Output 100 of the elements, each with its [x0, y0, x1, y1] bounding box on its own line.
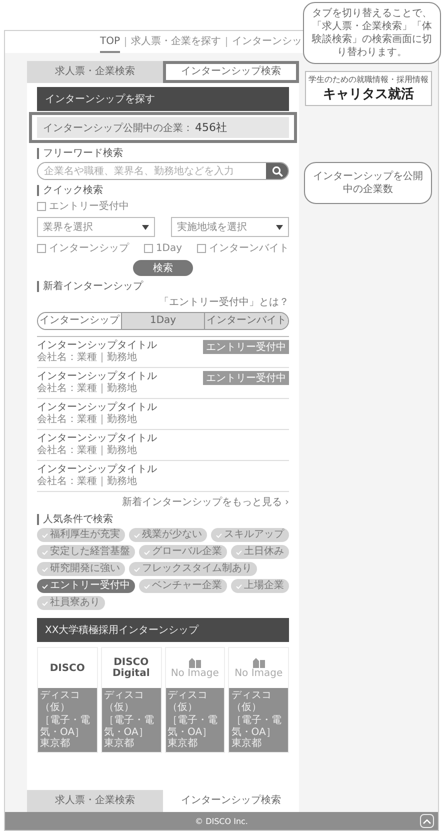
item-meta: 会社名：業種｜勤務地: [37, 476, 138, 488]
copyright-text: © DISCO Inc.: [195, 816, 248, 826]
section-heading: 新着インターンシップ: [37, 281, 289, 292]
no-image-placeholder: No Image: [234, 657, 283, 679]
search-field[interactable]: 企業名や職種、業界名、勤務地などを入力: [37, 162, 289, 180]
search-icon: [272, 166, 282, 176]
section-heading: 人気条件で検索: [37, 514, 289, 525]
nav-link[interactable]: TOP: [100, 32, 120, 52]
item-meta: 会社名：業種｜勤務地: [37, 414, 138, 426]
company-card[interactable]: No Image ディスコ（仮） ［電子・電気・OA］ 東京都: [164, 647, 226, 752]
back-to-top-button[interactable]: [420, 814, 434, 828]
condition-tag[interactable]: エントリー受付中: [37, 579, 135, 593]
check-icon: [134, 532, 140, 538]
select-dropdown[interactable]: 業界を選択: [37, 217, 155, 237]
search-tab[interactable]: インターンシップ: [38, 313, 121, 329]
company-name: ディスコ（仮）: [40, 690, 81, 713]
buildings-icon: [188, 657, 202, 668]
check-icon: [42, 584, 48, 588]
check-icon: [144, 550, 150, 554]
condition-tag[interactable]: ベンチャー企業: [139, 579, 227, 593]
condition-tag[interactable]: グローバル企業: [139, 545, 227, 559]
check-icon: [42, 532, 48, 538]
checkbox[interactable]: インターンシップ: [37, 241, 129, 255]
condition-tag[interactable]: スキルアップ: [211, 528, 289, 542]
condition-tag[interactable]: 土日休み: [231, 545, 289, 559]
status-badge: エントリー受付中: [203, 340, 289, 354]
checkbox[interactable]: 1Day: [144, 241, 182, 255]
company-logo: DISCO Digital: [112, 657, 150, 679]
section-header: インターンシップを探す: [37, 87, 289, 111]
item-title: インターンシップタイトル: [37, 433, 157, 444]
search-submit-button[interactable]: 検索: [133, 260, 193, 276]
status-badge: エントリー受付中: [203, 371, 289, 385]
item-meta: 会社名：業種｜勤務地: [37, 352, 138, 364]
check-icon: [42, 550, 48, 554]
logo-tagline: 学生のための就職情報・採用情報: [308, 74, 428, 85]
item-title: インターンシップタイトル: [37, 371, 157, 382]
check-icon: [134, 566, 140, 572]
company-location: 東京都: [104, 738, 135, 750]
internship-item[interactable]: インターンシップタイトル 会社名：業種｜勤務地 エントリー受付中: [37, 368, 289, 399]
search-tab[interactable]: 1Day: [120, 313, 204, 329]
check-icon: [236, 550, 242, 554]
check-icon: [42, 600, 48, 606]
company-location: 東京都: [40, 738, 71, 750]
check-icon: [42, 566, 48, 572]
check-icon: [144, 584, 150, 588]
logo-banner[interactable]: 学生のための就職情報・採用情報 キャリタス就活: [305, 71, 432, 106]
checkbox[interactable]: インターンバイト: [196, 241, 289, 255]
company-industry: ［電子・電気・OA］: [168, 715, 218, 738]
company-location: 東京都: [231, 738, 262, 750]
company-name: ディスコ（仮）: [104, 690, 145, 713]
buildings-icon: [252, 657, 266, 668]
caret-icon: [276, 224, 283, 230]
condition-tag[interactable]: 上場企業: [231, 579, 289, 593]
company-card[interactable]: No Image ディスコ（仮） ［電子・電気・OA］ 東京都: [228, 647, 289, 752]
search-tab[interactable]: インターンバイト: [204, 313, 288, 329]
caret-icon: [142, 224, 149, 230]
count-label: インターンシップ公開中の企業：: [43, 122, 193, 135]
internship-item[interactable]: インターンシップタイトル 会社名：業種｜勤務地: [37, 399, 289, 430]
company-name: ディスコ（仮）: [231, 690, 272, 713]
company-industry: ［電子・電気・OA］: [231, 715, 282, 738]
company-card[interactable]: DISCO Digital ディスコ（仮） ［電子・電気・OA］ 東京都: [100, 647, 162, 752]
condition-tag[interactable]: 研究開発に強い: [37, 562, 125, 576]
company-industry: ［電子・電気・OA］: [40, 715, 91, 738]
chevron-up-icon: [423, 818, 431, 824]
company-industry: ［電子・電気・OA］: [104, 715, 155, 738]
callout-bubble: インターンシップを公開中の企業数: [304, 162, 432, 204]
condition-tag[interactable]: 社員寮あり: [37, 596, 105, 610]
company-logo: DISCO: [50, 662, 85, 674]
callout-bubble: タブを切り替えることで、「求人票・企業検索」「体験談検索」の検索画面に切り替わります。: [303, 2, 441, 64]
check-icon: [216, 532, 222, 538]
company-card[interactable]: DISCO ディスコ（仮） ［電子・電気・OA］ 東京都: [37, 647, 98, 752]
condition-tag[interactable]: 安定した経営基盤: [37, 545, 135, 559]
internship-item[interactable]: インターンシップタイトル 会社名：業種｜勤務地: [37, 461, 289, 492]
logo-text: キャリタス就活: [323, 86, 414, 103]
internship-item[interactable]: インターンシップタイトル 会社名：業種｜勤務地 エントリー受付中: [37, 337, 289, 368]
item-title: インターンシップタイトル: [37, 340, 157, 352]
select-dropdown[interactable]: 実施地域を選択: [171, 217, 289, 237]
count-value: 456社: [195, 120, 227, 135]
nav-link[interactable]: インターンシッ: [232, 30, 302, 54]
nav-link[interactable]: 求人票・企業を探す: [131, 30, 222, 54]
company-name: ディスコ（仮）: [168, 690, 208, 713]
item-title: インターンシップタイトル: [37, 402, 157, 414]
section-heading: クイック検索: [37, 185, 289, 196]
search-tab[interactable]: 求人票・企業検索: [27, 790, 163, 812]
internship-item[interactable]: インターンシップタイトル 会社名：業種｜勤務地: [37, 430, 289, 461]
item-meta: 会社名：業種｜勤務地: [37, 445, 138, 457]
search-button[interactable]: [266, 163, 288, 179]
item-meta: 会社名：業種｜勤務地: [37, 383, 138, 395]
condition-tag[interactable]: 残業が少ない: [129, 528, 207, 542]
condition-tag[interactable]: 福利厚生が充実: [37, 528, 125, 542]
search-tab[interactable]: 求人票・企業検索: [27, 61, 163, 83]
condition-tag[interactable]: フレックスタイム制あり: [129, 562, 257, 576]
checkbox[interactable]: エントリー受付中: [37, 199, 129, 213]
item-title: インターンシップタイトル: [37, 464, 157, 476]
search-tab[interactable]: インターンシップ検索: [163, 61, 299, 83]
more-link[interactable]: 新着インターンシップをもっと見る ›: [122, 495, 289, 509]
no-image-placeholder: No Image: [170, 657, 219, 679]
section-header: XX大学積極採用インターンシップ: [37, 618, 289, 642]
check-icon: [236, 584, 242, 588]
help-link[interactable]: 「エントリー受付中」とは？: [159, 295, 289, 309]
